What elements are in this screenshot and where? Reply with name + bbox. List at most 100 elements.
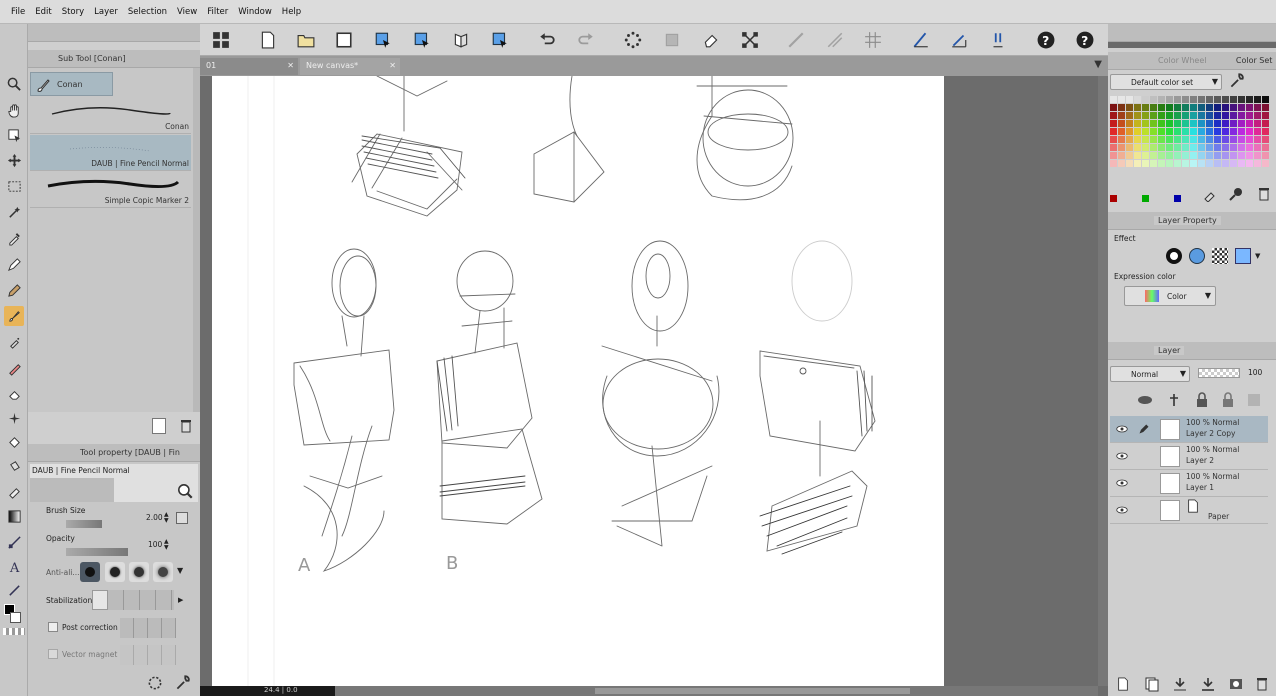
- color-set-wrench-icon[interactable]: [1228, 72, 1248, 92]
- palette-swatch[interactable]: [1254, 112, 1261, 119]
- canvas-vscrollbar[interactable]: [1098, 76, 1108, 686]
- palette-swatch[interactable]: [1262, 112, 1269, 119]
- palette-swatch[interactable]: [1222, 104, 1229, 111]
- palette-swatch[interactable]: [1262, 136, 1269, 143]
- palette-swatch[interactable]: [1206, 144, 1213, 151]
- magnifier-icon[interactable]: [176, 482, 196, 502]
- palette-swatch[interactable]: [1158, 128, 1165, 135]
- opacity-value[interactable]: 100: [148, 540, 162, 549]
- eyedropper-icon[interactable]: [4, 228, 24, 248]
- palette-swatch[interactable]: [1182, 104, 1189, 111]
- snap-special-icon[interactable]: [948, 29, 970, 51]
- fill-tool-icon[interactable]: [4, 432, 24, 452]
- close-icon[interactable]: ✕: [389, 61, 396, 70]
- palette-swatch[interactable]: [1110, 120, 1117, 127]
- palette-swatch[interactable]: [1150, 152, 1157, 159]
- menu-selection[interactable]: Selection: [128, 7, 167, 17]
- palette-swatch[interactable]: [1262, 144, 1269, 151]
- pen-tool-icon[interactable]: [4, 254, 24, 274]
- palette-swatch[interactable]: [1238, 96, 1245, 103]
- settings-icon[interactable]: [146, 674, 166, 692]
- palette-swatch[interactable]: [1198, 120, 1205, 127]
- canvas-hscroll-thumb[interactable]: [595, 688, 910, 694]
- palette-swatch[interactable]: [1238, 128, 1245, 135]
- new-raster-layer-icon[interactable]: [1116, 676, 1130, 692]
- palette-swatch[interactable]: [1230, 96, 1237, 103]
- close-icon[interactable]: ✕: [287, 61, 294, 70]
- palette-swatch[interactable]: [1230, 128, 1237, 135]
- app-grid-icon[interactable]: [210, 29, 232, 51]
- layer-opacity-value[interactable]: 100: [1248, 368, 1262, 377]
- palette-swatch[interactable]: [1246, 144, 1253, 151]
- palette-swatch[interactable]: [1142, 120, 1149, 127]
- palette-swatch[interactable]: [1214, 160, 1221, 167]
- palette-swatch[interactable]: [1190, 104, 1197, 111]
- palette-swatch[interactable]: [1158, 152, 1165, 159]
- palette-swatch[interactable]: [1182, 120, 1189, 127]
- fill-selection-icon[interactable]: [661, 29, 683, 51]
- deselect-icon[interactable]: [411, 29, 433, 51]
- palette-swatch[interactable]: [1134, 104, 1141, 111]
- antialias-weak-button[interactable]: [105, 562, 125, 582]
- palette-swatch[interactable]: [1166, 96, 1173, 103]
- palette-swatch[interactable]: [1190, 112, 1197, 119]
- brush-size-value[interactable]: 2.00: [146, 513, 163, 522]
- palette-swatch[interactable]: [1198, 128, 1205, 135]
- delete-color-icon[interactable]: [1256, 186, 1272, 202]
- palette-swatch[interactable]: [1222, 112, 1229, 119]
- palette-swatch[interactable]: [1166, 144, 1173, 151]
- palette-swatch[interactable]: [1182, 96, 1189, 103]
- delete-layer-icon[interactable]: [1254, 676, 1270, 692]
- redo-icon[interactable]: [575, 29, 597, 51]
- gradient-icon[interactable]: [4, 506, 24, 526]
- palette-swatch[interactable]: [1134, 136, 1141, 143]
- palette-swatch[interactable]: [1254, 104, 1261, 111]
- palette-swatch[interactable]: [1206, 104, 1213, 111]
- mask-icon[interactable]: [1246, 392, 1272, 408]
- palette-swatch[interactable]: [1222, 152, 1229, 159]
- brush-size-pressure-icon[interactable]: [176, 512, 188, 524]
- palette-swatch[interactable]: [1206, 136, 1213, 143]
- stabilization-handle[interactable]: [92, 590, 108, 610]
- palette-swatch[interactable]: [1134, 160, 1141, 167]
- palette-swatch[interactable]: [1134, 112, 1141, 119]
- palette-swatch[interactable]: [1126, 120, 1133, 127]
- palette-swatch[interactable]: [1254, 136, 1261, 143]
- color-set-select[interactable]: Default color set ▼: [1110, 74, 1222, 90]
- palette-swatch[interactable]: [1198, 104, 1205, 111]
- tab-layer[interactable]: Layer: [1154, 346, 1185, 355]
- palette-swatch[interactable]: [1222, 120, 1229, 127]
- palette-red-swatch[interactable]: [1110, 195, 1117, 202]
- palette-swatch[interactable]: [1110, 152, 1117, 159]
- palette-swatch[interactable]: [1230, 152, 1237, 159]
- palette-swatch[interactable]: [1150, 144, 1157, 151]
- palette-swatch[interactable]: [1126, 144, 1133, 151]
- palette-swatch[interactable]: [1214, 96, 1221, 103]
- palette-swatch[interactable]: [1150, 128, 1157, 135]
- grid-icon[interactable]: [862, 29, 884, 51]
- palette-swatch[interactable]: [1150, 96, 1157, 103]
- palette-swatch[interactable]: [1174, 136, 1181, 143]
- blend-mode-select[interactable]: Normal ▼: [1110, 366, 1190, 382]
- palette-swatch[interactable]: [1166, 136, 1173, 143]
- palette-swatch[interactable]: [1190, 160, 1197, 167]
- effect-border-icon[interactable]: [1166, 248, 1182, 264]
- invert-selection-icon[interactable]: [450, 29, 472, 51]
- palette-swatch[interactable]: [1158, 120, 1165, 127]
- palette-swatch[interactable]: [1126, 128, 1133, 135]
- eye-icon[interactable]: [1116, 505, 1128, 515]
- palette-swatch[interactable]: [1118, 96, 1125, 103]
- antialias-dropdown-icon[interactable]: ▼: [177, 566, 183, 575]
- palette-swatch[interactable]: [1150, 120, 1157, 127]
- tabs-dropdown-icon[interactable]: ▼: [1094, 59, 1102, 70]
- palette-swatch[interactable]: [1126, 160, 1133, 167]
- correct-line-icon[interactable]: [4, 580, 24, 600]
- brush-size-spinner[interactable]: ▲ ▼: [164, 512, 170, 524]
- palette-swatch[interactable]: [1182, 128, 1189, 135]
- palette-swatch[interactable]: [1150, 104, 1157, 111]
- stabilization-right-arrow[interactable]: ▶: [178, 596, 183, 604]
- palette-swatch[interactable]: [1254, 120, 1261, 127]
- palette-swatch[interactable]: [1262, 160, 1269, 167]
- tab-color-set[interactable]: Color Set: [1232, 56, 1276, 65]
- palette-swatch[interactable]: [1142, 104, 1149, 111]
